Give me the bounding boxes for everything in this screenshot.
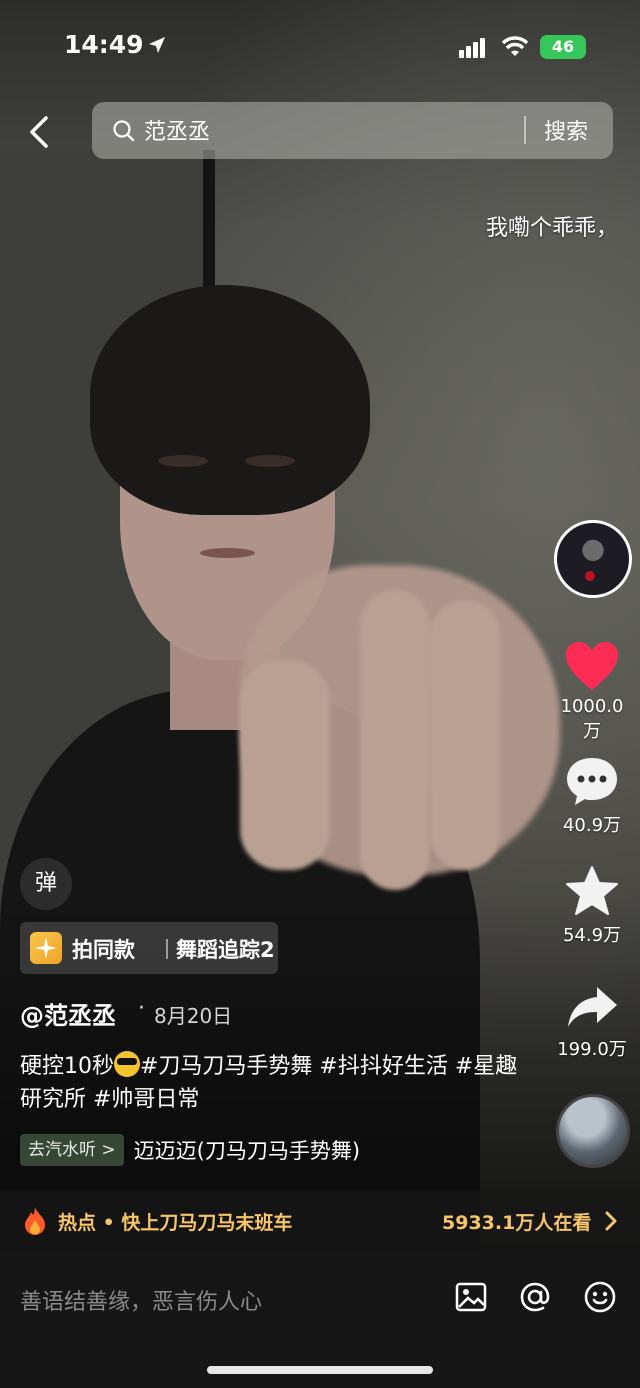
- same-style-label: 拍同款: [72, 938, 135, 962]
- back-arrow-icon[interactable]: [24, 112, 54, 152]
- status-time: 14:49: [64, 30, 144, 59]
- video-person-eye: [158, 455, 208, 467]
- video-person-finger: [240, 660, 330, 870]
- mention-at-icon[interactable]: [518, 1280, 552, 1314]
- author-avatar[interactable]: [554, 520, 632, 598]
- music-row[interactable]: 去汽水听 > 迈迈迈(刀马刀马手势舞): [20, 1134, 360, 1166]
- sparkle-icon: [30, 932, 62, 964]
- music-title[interactable]: 迈迈迈(刀马刀马手势舞): [134, 1135, 360, 1165]
- video-person-mouth: [200, 548, 255, 558]
- heart-icon: [566, 642, 618, 690]
- viewer-count: 5933.1万人在看: [442, 1212, 592, 1234]
- author-name[interactable]: @范丞丞: [20, 996, 116, 1031]
- hot-topic-bar[interactable]: 热点 • 快上刀马刀马末班车 5933.1万人在看: [0, 1190, 640, 1252]
- location-arrow-icon: [149, 37, 165, 53]
- sunglasses-emoji-icon: [114, 1051, 140, 1077]
- like-count: 1000.0万: [560, 696, 624, 742]
- share-count: 199.0万: [557, 1039, 627, 1060]
- battery-indicator: 46: [540, 35, 586, 59]
- post-date: 8月20日: [154, 1004, 233, 1028]
- listen-in-app-tag[interactable]: 去汽水听 >: [20, 1134, 124, 1166]
- comment-input[interactable]: 善语结善缘，恶言伤人心: [20, 1284, 262, 1316]
- fire-icon: [25, 1207, 45, 1235]
- emoji-smile-icon[interactable]: [583, 1280, 617, 1314]
- video-rod: [203, 150, 215, 290]
- search-input[interactable]: 范丞丞: [144, 114, 210, 146]
- chevron-right-icon: [605, 1211, 617, 1231]
- danmaku-toggle-button[interactable]: 弹: [20, 858, 72, 910]
- video-person-eye: [245, 455, 295, 467]
- share-arrow-icon: [568, 987, 617, 1027]
- image-icon[interactable]: [454, 1280, 488, 1314]
- avatar-rose: [585, 571, 595, 581]
- favorite-count: 54.9万: [562, 925, 622, 946]
- effect-label: 舞蹈追踪2: [176, 938, 275, 962]
- danmaku-toggle-label: 弹: [34, 871, 57, 896]
- video-person-finger: [360, 590, 430, 890]
- chip-divider: [166, 939, 168, 959]
- post-caption[interactable]: 硬控10秒 #刀马刀马手势舞 #抖抖好生活 #星趣研究所 #帅哥日常: [20, 1050, 520, 1116]
- favorite-button[interactable]: 54.9万: [552, 865, 632, 947]
- search-bar[interactable]: 范丞丞 搜索: [92, 102, 613, 159]
- status-bar: 14:49 46: [0, 0, 640, 80]
- separator-dot: ·: [138, 996, 145, 1021]
- comment-bubble-icon: [567, 758, 617, 805]
- comment-count: 40.9万: [562, 815, 622, 836]
- comment-button[interactable]: 40.9万: [552, 755, 632, 837]
- search-icon: [113, 120, 135, 142]
- music-disc[interactable]: [556, 1094, 630, 1168]
- caption-text: 硬控10秒: [20, 1054, 114, 1079]
- battery-level: 46: [551, 37, 575, 56]
- home-indicator[interactable]: [207, 1366, 433, 1374]
- video-person-finger: [430, 600, 500, 870]
- search-divider: [524, 116, 526, 144]
- like-button[interactable]: 1000.0万: [552, 640, 632, 743]
- wifi-icon: [501, 36, 529, 56]
- same-style-chip[interactable]: 拍同款 舞蹈追踪2: [20, 922, 278, 974]
- share-button[interactable]: 199.0万: [552, 983, 632, 1061]
- comment-bar: 善语结善缘，恶言伤人心: [0, 1252, 640, 1388]
- danmaku-comment: 我嘞个乖乖，: [486, 216, 619, 241]
- cellular-signal-icon: [459, 38, 485, 58]
- star-icon: [566, 866, 618, 915]
- hot-topic-text: 热点 • 快上刀马刀马末班车: [58, 1212, 293, 1234]
- search-button[interactable]: 搜索: [544, 114, 588, 146]
